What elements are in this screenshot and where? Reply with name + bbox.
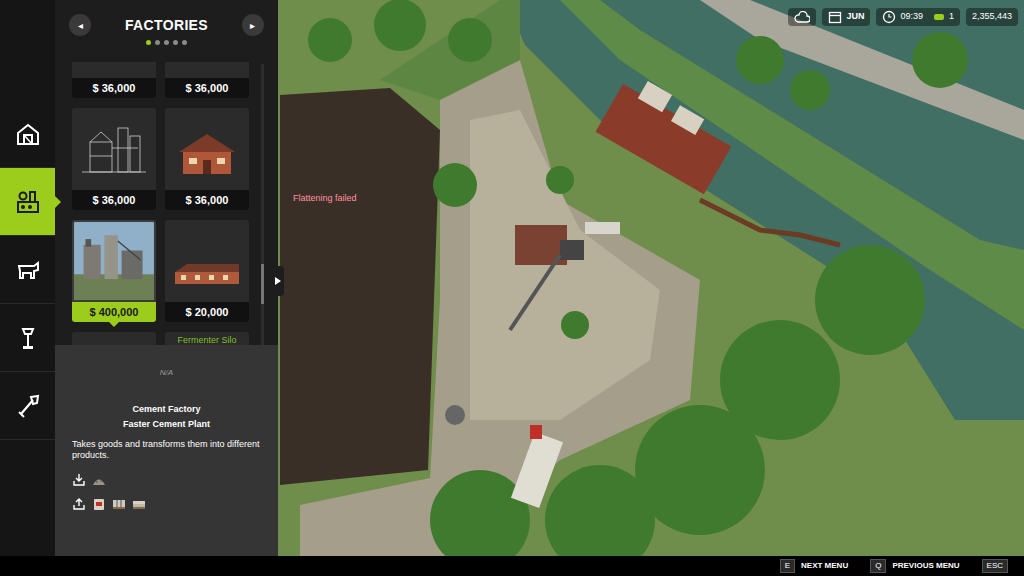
game-screen: {"world": {"message": "Flattening failed… (0, 0, 1024, 576)
output-row (55, 497, 278, 511)
key-hint[interactable]: E NEXT MENU (780, 559, 848, 573)
status-message: Flattening failed (293, 192, 357, 206)
category-item[interactable] (0, 372, 55, 440)
item-price: $ 36,000 (72, 78, 156, 98)
item-card[interactable] (72, 332, 156, 345)
factories-panel: ◂FACTORIES▸ $ 36,000$ 36,000$ 36,000$ 36… (55, 0, 278, 556)
item-list[interactable]: $ 36,000 $ 36,000 $ 36,000 $ 36,000 $ 400,00… (55, 62, 278, 345)
cow-icon (14, 256, 42, 284)
ui-root: ◂FACTORIES▸ $ 36,000$ 36,000$ 36,000$ 36… (0, 0, 1024, 576)
item-card[interactable]: Fermenter Silo (165, 332, 249, 345)
input-row (55, 473, 278, 487)
item-card[interactable]: $ 36,000 (72, 62, 156, 98)
lamp-icon (14, 324, 42, 352)
barn-icon (14, 120, 42, 148)
item-thumbnail (72, 332, 156, 345)
item-card[interactable]: $ 36,000 (165, 62, 249, 98)
item-price: $ 20,000 (165, 302, 249, 322)
category-item[interactable] (0, 168, 55, 236)
speed-icon (933, 12, 945, 22)
collapse-tab[interactable] (272, 266, 284, 296)
panel-title: FACTORIES (125, 15, 208, 36)
category-item[interactable] (0, 304, 55, 372)
hud-bar: JUN 09:39 1 2,355,443 (788, 8, 1018, 26)
item-thumbnail: Fermenter Silo (165, 332, 249, 345)
scrollbar-thumb[interactable] (261, 264, 264, 304)
page-dot[interactable] (173, 40, 178, 45)
calendar-icon (828, 10, 842, 24)
key-cap: ESC (982, 559, 1008, 573)
item-picture-icon (74, 222, 154, 300)
next-page-button[interactable]: ▸ (242, 14, 264, 36)
title-row: ◂ FACTORIES ▸ (55, 14, 278, 36)
item-picture-icon (165, 108, 249, 190)
footer-bar: E NEXT MENU Q PREVIOUS MENU ESC (0, 556, 1024, 576)
page-dot[interactable] (146, 40, 151, 45)
category-item[interactable] (0, 236, 55, 304)
item-card[interactable]: $ 36,000 (165, 108, 249, 210)
item-thumbnail (72, 62, 156, 78)
item-name: Cement Factory (55, 403, 278, 417)
scrollbar[interactable] (261, 64, 264, 345)
page-dots (146, 40, 187, 45)
weather-widget[interactable] (788, 8, 816, 26)
item-thumbnail (165, 62, 249, 78)
key-cap: Q (870, 559, 886, 573)
speed-label: 1 (949, 10, 954, 24)
key-label: PREVIOUS MENU (892, 560, 959, 572)
brick-pallet-icon (132, 497, 146, 511)
date-widget[interactable]: JUN (822, 8, 870, 26)
factory-icon (14, 188, 42, 216)
input-icon (72, 473, 86, 487)
category-sidebar (0, 0, 55, 556)
item-price: $ 400,000 (72, 302, 156, 322)
time-label: 09:39 (900, 10, 923, 24)
item-variant: Faster Cement Plant (55, 418, 278, 432)
item-thumbnail (165, 108, 249, 190)
item-price: $ 36,000 (165, 190, 249, 210)
item-description: Takes goods and transforms them into dif… (55, 439, 278, 461)
main-row: ◂FACTORIES▸ $ 36,000$ 36,000$ 36,000$ 36… (0, 0, 1024, 556)
key-hint[interactable]: Q PREVIOUS MENU (870, 559, 959, 573)
item-picture-icon (165, 220, 249, 302)
money-label: 2,355,443 (972, 10, 1012, 24)
item-thumbnail (72, 108, 156, 190)
collapse-arrow-icon (275, 277, 281, 285)
panel-header: ◂ FACTORIES ▸ (55, 0, 278, 62)
item-card[interactable]: $ 400,000 (72, 220, 156, 322)
page-dot[interactable] (164, 40, 169, 45)
item-price: $ 36,000 (72, 190, 156, 210)
shovel-icon (14, 392, 42, 420)
item-details: N/A Cement FactoryFaster Cement Plant Take… (55, 345, 278, 556)
key-label: NEXT MENU (801, 560, 848, 572)
selection-notch-icon (109, 322, 119, 327)
output-icon (72, 497, 86, 511)
item-grid: $ 36,000 $ 36,000 $ 36,000 $ 36,000 $ 400,00… (55, 62, 278, 345)
item-thumbnail (72, 220, 156, 302)
cloud-icon (794, 11, 810, 23)
page-dot[interactable] (155, 40, 160, 45)
clock-icon (882, 10, 896, 24)
world-overlay: Flattening failed JUN 09:39 1 2,355,443 (278, 0, 1024, 556)
key-cap: E (780, 559, 795, 573)
item-label: Fermenter Silo (165, 334, 249, 345)
pallet-icon (112, 497, 126, 511)
time-widget[interactable]: 09:39 1 (876, 8, 960, 26)
money-widget: 2,355,443 (966, 8, 1018, 26)
selection-notch-icon (55, 196, 61, 208)
item-thumbnail (165, 220, 249, 302)
gravel-pile-icon (92, 473, 106, 487)
item-picture-icon (72, 108, 156, 190)
page-dot[interactable] (182, 40, 187, 45)
key-hint[interactable]: ESC (982, 559, 1008, 573)
item-price: $ 36,000 (165, 78, 249, 98)
status-text: N/A (55, 345, 278, 379)
item-card[interactable]: $ 36,000 (72, 108, 156, 210)
prev-page-button[interactable]: ◂ (69, 14, 91, 36)
month-label: JUN (846, 10, 864, 24)
category-item[interactable] (0, 100, 55, 168)
item-card[interactable]: $ 20,000 (165, 220, 249, 322)
cement-bag-icon (92, 497, 106, 511)
